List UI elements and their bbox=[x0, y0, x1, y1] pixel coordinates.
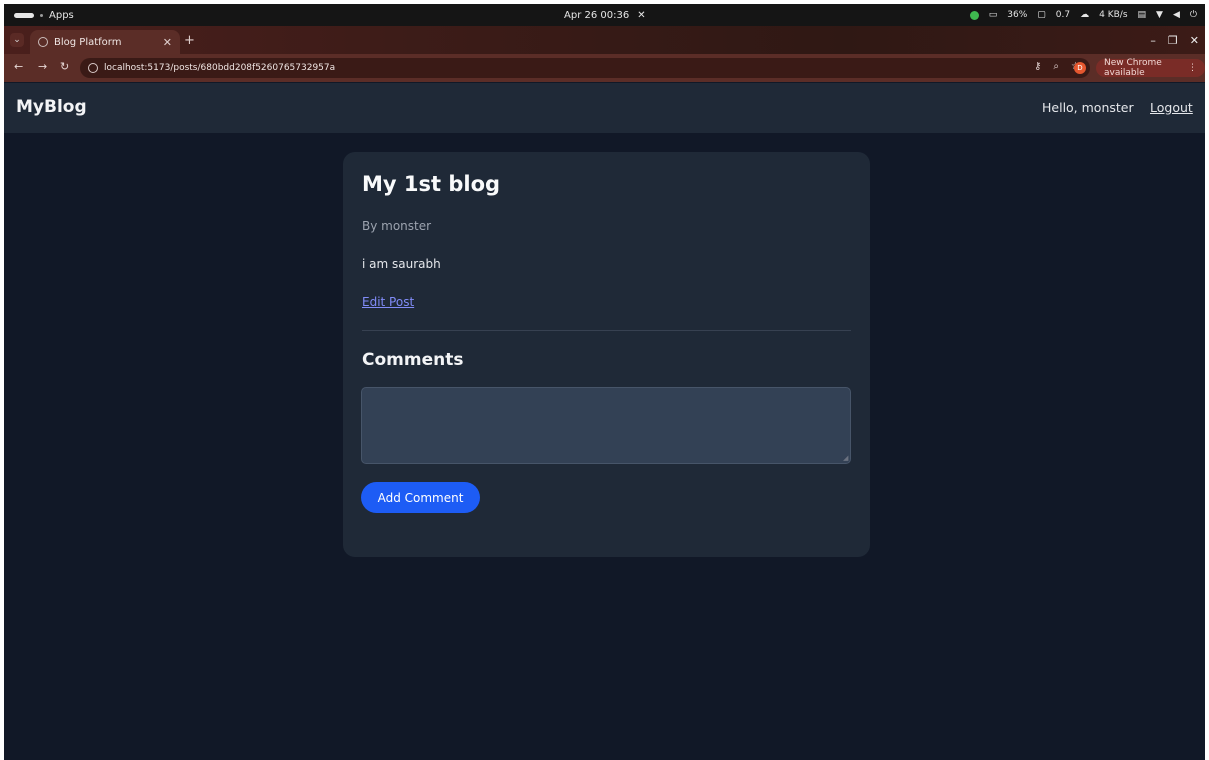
cpu-text: 0.7 bbox=[1055, 10, 1071, 20]
network-speed-text: 4 KB/s bbox=[1099, 10, 1128, 20]
divider bbox=[362, 330, 851, 331]
post-title: My 1st blog bbox=[362, 172, 501, 196]
mic-muted-icon: ✕ bbox=[637, 9, 646, 21]
close-window-icon[interactable]: ✕ bbox=[1190, 34, 1199, 47]
url-text[interactable]: localhost:5173/posts/680bdd208f526076573… bbox=[104, 63, 335, 73]
battery-icon: ▭ bbox=[988, 10, 998, 20]
comments-heading: Comments bbox=[362, 350, 464, 370]
clipboard-icon[interactable]: ▤ bbox=[1138, 10, 1147, 20]
wifi-icon[interactable]: ▼ bbox=[1156, 10, 1163, 20]
minimize-icon[interactable]: – bbox=[1150, 34, 1156, 47]
post-card: My 1st blog By monster i am saurabh Edit… bbox=[343, 152, 870, 557]
forward-icon[interactable]: → bbox=[38, 60, 47, 73]
browser-tab-strip: ⌄ Blog Platform ✕ + – ❐ ✕ bbox=[4, 26, 1205, 54]
more-menu-icon: ⋮ bbox=[1188, 63, 1197, 73]
browser-toolbar: ← → ↻ localhost:5173/posts/680bdd208f526… bbox=[4, 54, 1205, 82]
profile-avatar[interactable]: D bbox=[1074, 62, 1086, 74]
zoom-icon[interactable]: ⌕ bbox=[1053, 61, 1059, 72]
edit-post-link[interactable]: Edit Post bbox=[362, 295, 414, 309]
os-clock-area[interactable]: Apr 26 00:36 ✕ bbox=[564, 4, 646, 26]
battery-text: 36% bbox=[1007, 10, 1028, 20]
close-tab-icon[interactable]: ✕ bbox=[163, 36, 172, 49]
volume-icon[interactable]: ◀ bbox=[1173, 10, 1180, 20]
reload-icon[interactable]: ↻ bbox=[60, 60, 69, 73]
globe-icon bbox=[38, 37, 48, 47]
os-status-area: ▭ 36% ▢ 0.7 ☁ 4 KB/s ▤ ▼ ◀ ⏻ bbox=[969, 4, 1197, 26]
os-top-bar: Apps Apr 26 00:36 ✕ ▭ 36% ▢ 0.7 ☁ 4 KB/s… bbox=[4, 4, 1205, 26]
logout-link[interactable]: Logout bbox=[1150, 100, 1193, 115]
update-label: New Chrome available bbox=[1104, 58, 1162, 78]
app-tray-icon[interactable] bbox=[969, 10, 979, 20]
workspace-dot-icon bbox=[40, 13, 43, 17]
power-icon[interactable]: ⏻ bbox=[1190, 10, 1197, 20]
cpu-icon: ▢ bbox=[1037, 10, 1046, 20]
user-greeting: Hello, monster bbox=[1042, 100, 1134, 115]
tab-title: Blog Platform bbox=[54, 36, 122, 48]
network-speed-icon: ☁ bbox=[1080, 10, 1090, 20]
workspace-indicator-icon bbox=[14, 12, 34, 18]
tab-blog-platform[interactable]: Blog Platform ✕ bbox=[30, 30, 180, 54]
tab-search-icon[interactable]: ⌄ bbox=[10, 33, 24, 47]
window-controls: – ❐ ✕ bbox=[1150, 34, 1199, 47]
address-bar[interactable]: localhost:5173/posts/680bdd208f526076573… bbox=[80, 58, 1090, 78]
os-apps-label[interactable]: Apps bbox=[49, 10, 74, 21]
os-activities[interactable]: Apps bbox=[14, 4, 74, 26]
restore-icon[interactable]: ❐ bbox=[1168, 34, 1178, 47]
add-comment-button[interactable]: Add Comment bbox=[361, 482, 480, 513]
new-tab-icon[interactable]: + bbox=[184, 34, 195, 47]
password-key-icon[interactable]: ⚷ bbox=[1034, 61, 1041, 72]
resize-grip-icon[interactable]: ◢ bbox=[843, 454, 848, 462]
brand-logo[interactable]: MyBlog bbox=[16, 97, 87, 117]
comment-input[interactable] bbox=[361, 387, 851, 464]
post-content: i am saurabh bbox=[362, 257, 441, 271]
app-navbar: MyBlog Hello, monster Logout bbox=[4, 83, 1205, 133]
post-author: By monster bbox=[362, 219, 432, 233]
site-info-icon[interactable] bbox=[88, 63, 98, 73]
back-icon[interactable]: ← bbox=[14, 60, 23, 73]
chrome-update-button[interactable]: New Chrome available ⋮ bbox=[1096, 58, 1205, 78]
os-clock[interactable]: Apr 26 00:36 bbox=[564, 10, 629, 21]
screen: Apps Apr 26 00:36 ✕ ▭ 36% ▢ 0.7 ☁ 4 KB/s… bbox=[4, 4, 1205, 760]
